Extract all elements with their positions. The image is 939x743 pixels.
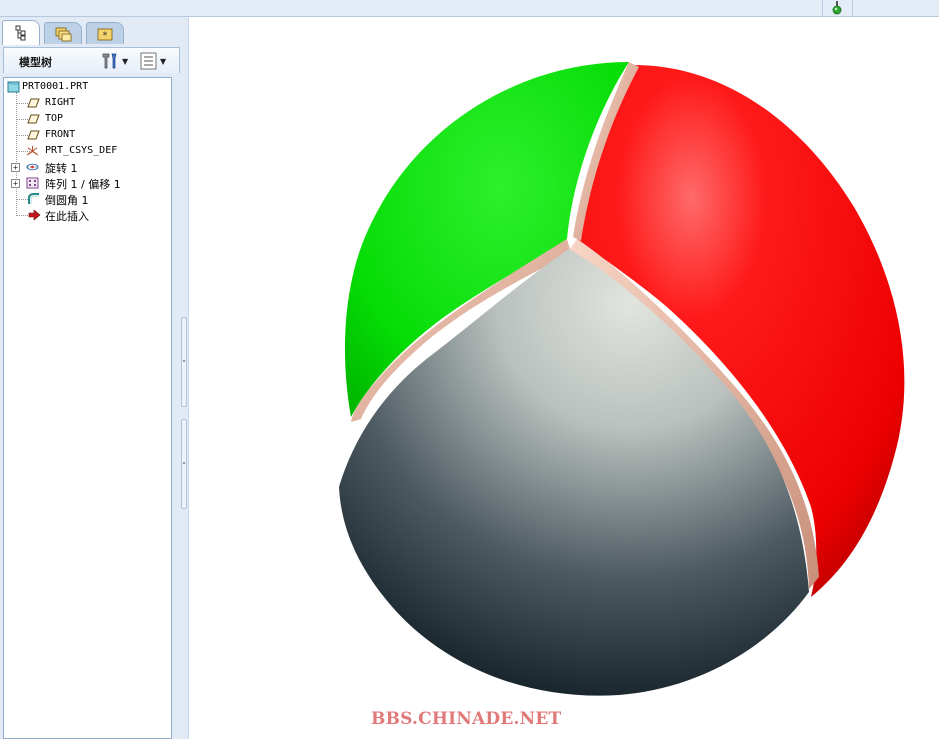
revolve-icon xyxy=(26,163,39,171)
tree-item-pattern[interactable]: + 阵列 1 / 偏移 1 xyxy=(4,175,171,191)
tree-item-revolve[interactable]: + 旋转 1 xyxy=(4,159,171,175)
splitter-grip[interactable] xyxy=(181,317,187,407)
tree-settings-button[interactable]: ▼ xyxy=(100,52,128,70)
folder-browser-tab[interactable] xyxy=(44,22,82,44)
model-tree-header: 模型树 ▼ ▼ xyxy=(3,47,180,73)
tree-item-csys[interactable]: PRT_CSYS_DEF xyxy=(4,143,171,159)
model-tree-tab[interactable] xyxy=(2,20,40,45)
model-tree-icon xyxy=(15,25,26,41)
datum-plane-icon xyxy=(27,130,40,140)
model-tree: PRT0001.PRT RIGHT TOP FRONT PRT_CSYS_DEF… xyxy=(3,77,172,739)
tree-item-label: 旋转 1 xyxy=(45,162,78,175)
tree-item-label: RIGHT xyxy=(45,97,76,108)
tree-item-label: 在此插入 xyxy=(45,210,89,223)
favorites-folder-icon: * xyxy=(97,28,113,41)
dropdown-caret-icon: ▼ xyxy=(122,56,129,66)
datum-plane-icon xyxy=(27,114,40,124)
coordinate-system-icon xyxy=(26,145,39,156)
folder-browser-icon xyxy=(55,27,72,41)
dropdown-caret-icon: ▼ xyxy=(160,56,167,66)
favorites-tab[interactable]: * xyxy=(86,22,124,44)
tree-item-label: TOP xyxy=(45,113,64,124)
panel-splitter[interactable] xyxy=(180,317,188,527)
tree-item-right[interactable]: RIGHT xyxy=(4,95,171,111)
round-icon xyxy=(28,193,39,204)
status-separator xyxy=(852,0,853,16)
tree-item-label: PRT_CSYS_DEF xyxy=(45,145,118,156)
watermark-text: BBS.CHINADE.NET xyxy=(371,709,562,729)
svg-text:*: * xyxy=(103,31,108,41)
status-separator xyxy=(822,0,823,16)
navigator-panel: * 模型树 ▼ ▼ PRT0001.PRT RIGHT TOP FRONT PR… xyxy=(0,17,189,739)
3d-sphere-model[interactable] xyxy=(189,17,939,739)
tree-item-top[interactable]: TOP xyxy=(4,111,171,127)
model-tree-title: 模型树 xyxy=(19,56,52,69)
tree-columns-icon xyxy=(140,52,157,70)
part-icon xyxy=(7,81,20,93)
datum-plane-icon xyxy=(27,98,40,108)
pattern-icon xyxy=(26,177,39,189)
tree-root-item[interactable]: PRT0001.PRT xyxy=(4,79,171,95)
tree-item-label: 阵列 1 / 偏移 1 xyxy=(45,178,121,191)
expand-toggle[interactable]: + xyxy=(11,179,20,188)
insert-here-arrow-icon xyxy=(28,209,41,221)
tree-item-label: 倒圆角 1 xyxy=(45,194,89,207)
tree-item-round[interactable]: 倒圆角 1 xyxy=(4,191,171,207)
tree-show-button[interactable]: ▼ xyxy=(140,52,166,70)
tree-item-label: FRONT xyxy=(45,129,76,140)
navigator-tabs: * xyxy=(0,19,189,45)
expand-toggle[interactable]: + xyxy=(11,163,20,172)
splitter-grip[interactable] xyxy=(181,419,187,509)
tree-item-front[interactable]: FRONT xyxy=(4,127,171,143)
tree-root-label: PRT0001.PRT xyxy=(22,81,89,92)
graphics-viewport[interactable]: BBS.CHINADE.NET xyxy=(189,17,939,739)
tree-item-insert-here[interactable]: 在此插入 xyxy=(4,207,171,223)
status-light-icon xyxy=(832,1,842,15)
top-status-bar xyxy=(0,0,939,17)
tools-icon xyxy=(102,53,117,69)
